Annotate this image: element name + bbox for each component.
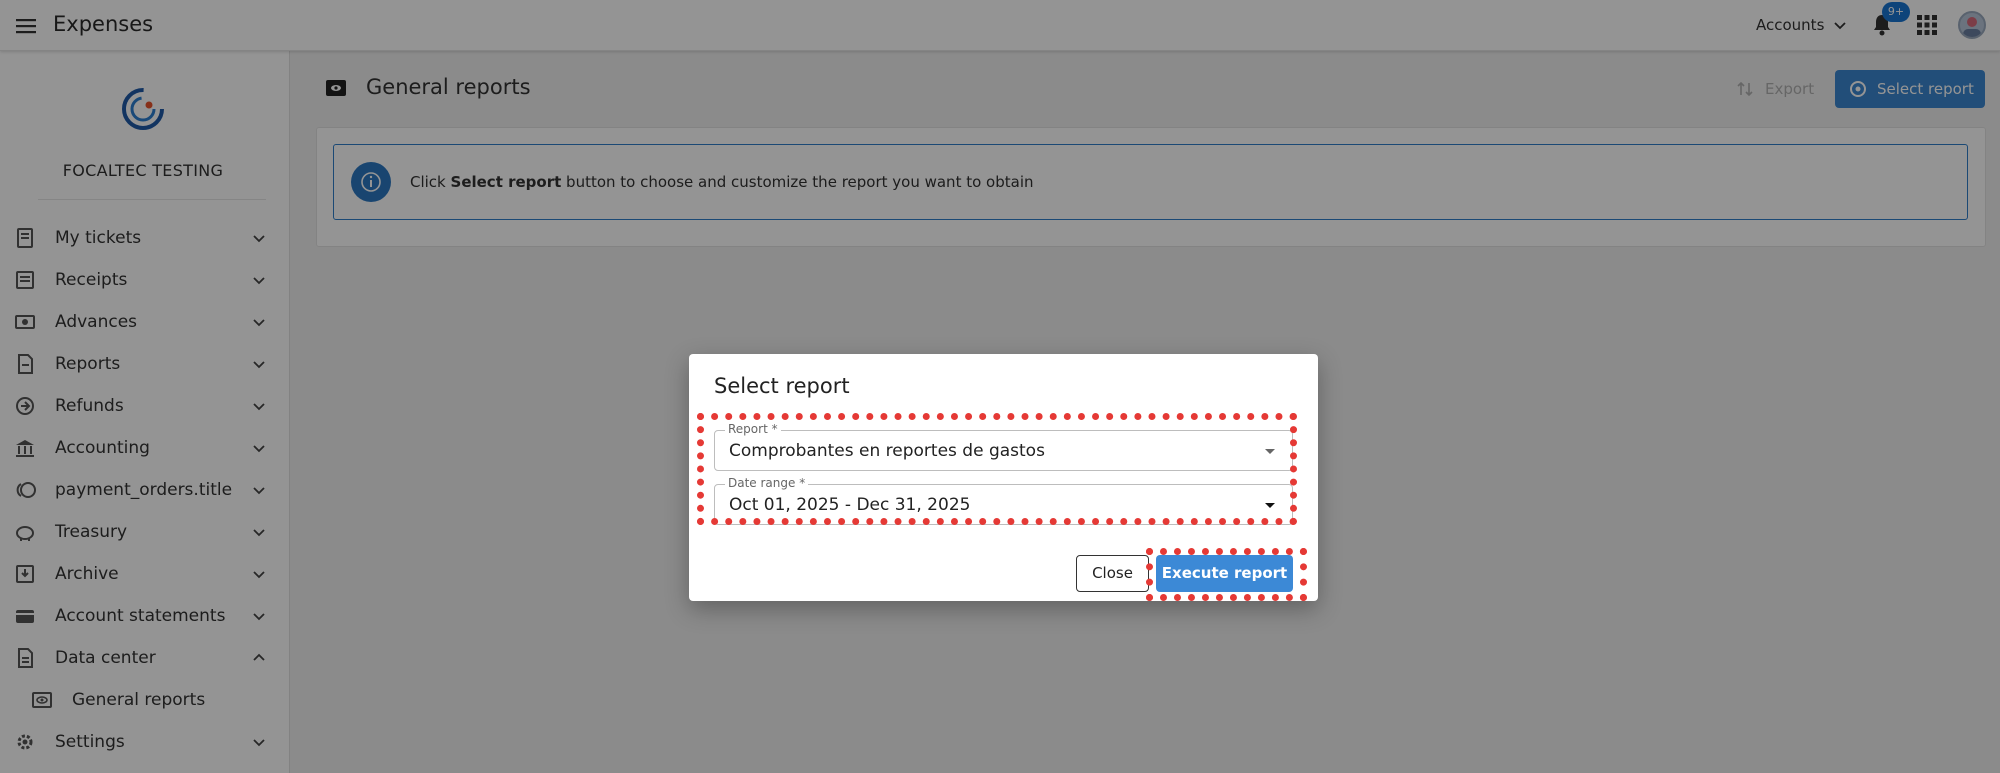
select-report-dialog: Select report Report * Comprobantes en r… [689, 354, 1318, 601]
highlight-fields [697, 413, 1297, 525]
highlight-execute [1146, 548, 1307, 601]
dialog-title: Select report [714, 374, 850, 398]
close-button[interactable]: Close [1076, 555, 1149, 592]
